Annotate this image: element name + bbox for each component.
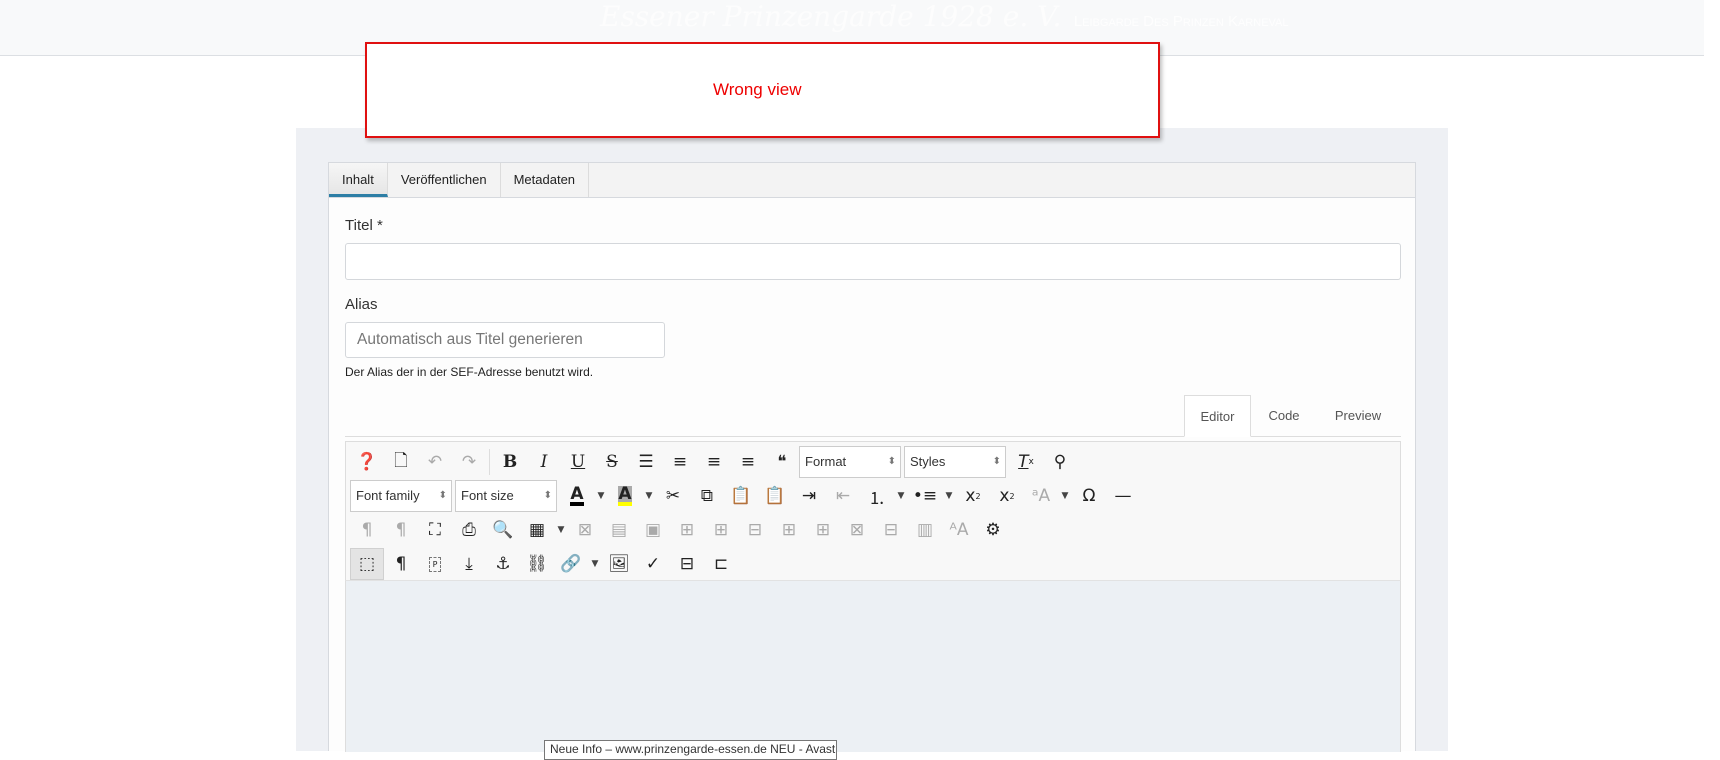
insert-row-before-icon[interactable]: ⊞ bbox=[670, 514, 704, 546]
styles-select[interactable]: Styles bbox=[904, 446, 1006, 478]
image-icon[interactable]: 🖼 bbox=[602, 548, 636, 580]
numbered-list-icon[interactable]: ⒈ bbox=[860, 480, 894, 512]
special-character-icon[interactable]: Ω bbox=[1072, 480, 1106, 512]
merge-cells-icon[interactable]: ▥ bbox=[908, 514, 942, 546]
editor-toolbar: ❓🗋↶↷BIUS☰≡≡≡❝FormatStylesTx⚲Font familyF… bbox=[345, 441, 1401, 581]
align-center-icon[interactable]: ≡ bbox=[663, 446, 697, 478]
settings-icon[interactable]: ⚙ bbox=[976, 514, 1010, 546]
indent-icon[interactable]: ⇥ bbox=[792, 480, 826, 512]
show-blocks-icon[interactable]: P bbox=[418, 548, 452, 580]
article-edit-card: Inhalt Veröffentlichen Metadaten Titel *… bbox=[328, 162, 1416, 752]
print-icon[interactable]: ⎙ bbox=[452, 514, 486, 546]
bold-icon[interactable]: B bbox=[493, 446, 527, 478]
align-justify-icon[interactable]: ☰ bbox=[629, 446, 663, 478]
tab-metadaten[interactable]: Metadaten bbox=[501, 163, 590, 197]
font-size-change-icon[interactable]: ᵃA bbox=[1024, 480, 1058, 512]
link-icon[interactable]: 🔗 bbox=[554, 548, 588, 580]
insert-row-after-icon[interactable]: ⊞ bbox=[704, 514, 738, 546]
visual-aid-icon[interactable]: ⬚ bbox=[350, 548, 384, 580]
italic-icon[interactable]: I bbox=[527, 446, 561, 478]
dropdown-arrow-icon[interactable]: ▼ bbox=[594, 480, 608, 512]
delete-row-icon[interactable]: ⊟ bbox=[738, 514, 772, 546]
annotation-box: Wrong view bbox=[365, 42, 1160, 138]
dropdown-arrow-icon[interactable]: ▼ bbox=[642, 480, 656, 512]
title-input[interactable] bbox=[345, 243, 1401, 280]
new-document-icon[interactable]: 🗋 bbox=[384, 446, 418, 478]
tab-code[interactable]: Code bbox=[1251, 395, 1317, 437]
undo-icon[interactable]: ↶ bbox=[418, 446, 452, 478]
cell-props-icon[interactable]: ▣ bbox=[636, 514, 670, 546]
blockquote-icon[interactable]: ❝ bbox=[765, 446, 799, 478]
background-color-icon[interactable]: A bbox=[608, 480, 642, 512]
spellcheck-icon[interactable]: ✓ bbox=[636, 548, 670, 580]
underline-icon[interactable]: U bbox=[561, 446, 595, 478]
dropdown-arrow-icon[interactable]: ▼ bbox=[894, 480, 908, 512]
text-color-icon[interactable]: A bbox=[560, 480, 594, 512]
outdent-icon[interactable]: ⇤ bbox=[826, 480, 860, 512]
anchor-icon[interactable]: ⚓ bbox=[486, 548, 520, 580]
insert-col-after-icon[interactable]: ⊞ bbox=[806, 514, 840, 546]
cut-icon[interactable]: ✂ bbox=[656, 480, 690, 512]
align-left-icon[interactable]: ≡ bbox=[697, 446, 731, 478]
clean-up-icon[interactable]: ⚲ bbox=[1043, 446, 1077, 478]
paste-icon[interactable]: 📋 bbox=[724, 480, 758, 512]
font-family-select[interactable]: Font family bbox=[350, 480, 452, 512]
style-formats-icon[interactable]: ᴬA bbox=[942, 514, 976, 546]
clear-formatting-icon[interactable]: Tx bbox=[1009, 446, 1043, 478]
insert-col-before-icon[interactable]: ⊞ bbox=[772, 514, 806, 546]
page-break-icon[interactable]: ⊟ bbox=[670, 548, 704, 580]
delete-table-icon[interactable]: ⊠ bbox=[568, 514, 602, 546]
tab-editor[interactable]: Editor bbox=[1184, 395, 1251, 437]
tab-inhalt[interactable]: Inhalt bbox=[329, 163, 388, 197]
editor-tabs: Editor Code Preview bbox=[345, 395, 1401, 437]
tab-preview[interactable]: Preview bbox=[1317, 395, 1399, 437]
rtl-icon[interactable]: ¶ bbox=[384, 514, 418, 546]
insert-template-icon[interactable]: ⤓ bbox=[452, 548, 486, 580]
dropdown-arrow-icon[interactable]: ▼ bbox=[554, 514, 568, 546]
table-icon[interactable]: ▦ bbox=[520, 514, 554, 546]
alias-input[interactable]: Automatisch aus Titel generieren bbox=[345, 322, 665, 358]
tab-veroeffentlichen[interactable]: Veröffentlichen bbox=[388, 163, 501, 197]
page-scrollbar[interactable] bbox=[1704, 0, 1720, 751]
copy-icon[interactable]: ⧉ bbox=[690, 480, 724, 512]
toolbar-separator bbox=[489, 449, 490, 475]
bullet-list-icon[interactable]: •≡ bbox=[908, 480, 942, 512]
strikethrough-icon[interactable]: S bbox=[595, 446, 629, 478]
unlink-icon[interactable]: ⛓ bbox=[520, 548, 554, 580]
ltr-icon[interactable]: ¶ bbox=[350, 514, 384, 546]
dropdown-arrow-icon[interactable]: ▼ bbox=[942, 480, 956, 512]
toolbar-row: Font familyFont sizeA▼A▼✂⧉📋📋⇥⇤⒈▼•≡▼x2x2ᵃ… bbox=[350, 479, 1396, 513]
editor-content-area[interactable] bbox=[345, 581, 1401, 752]
align-right-icon[interactable]: ≡ bbox=[731, 446, 765, 478]
search-replace-icon[interactable]: 🔍 bbox=[486, 514, 520, 546]
delete-col-icon[interactable]: ⊠ bbox=[840, 514, 874, 546]
split-cells-icon[interactable]: ⊟ bbox=[874, 514, 908, 546]
help-icon[interactable]: ❓ bbox=[350, 446, 384, 478]
toolbar-row: ❓🗋↶↷BIUS☰≡≡≡❝FormatStylesTx⚲ bbox=[350, 445, 1396, 479]
toolbar-row: ¶ ¶ ⛶ ⎙ 🔍 ▦ ▼ ⊠ ▤ ▣ ⊞ ⊞ ⊟ ⊞ ⊞ ⊠ ⊟ ▥ ᴬA ⚙ bbox=[350, 513, 1396, 547]
title-label: Titel * bbox=[345, 217, 383, 234]
format-select[interactable]: Format bbox=[799, 446, 901, 478]
horizontal-rule-icon[interactable]: — bbox=[1106, 480, 1140, 512]
row-props-icon[interactable]: ▤ bbox=[602, 514, 636, 546]
browser-tooltip: Neue Info – www.prinzengarde-essen.de NE… bbox=[544, 740, 837, 760]
brand-tagline: Leibgarde Des Prinzen Karneval bbox=[1073, 13, 1289, 30]
alias-label: Alias bbox=[345, 296, 378, 313]
annotation-text: Wrong view bbox=[713, 80, 802, 99]
dropdown-arrow-icon[interactable]: ▼ bbox=[1058, 480, 1072, 512]
subscript-icon[interactable]: x2 bbox=[956, 480, 990, 512]
alias-help-text: Der Alias der in der SEF-Adresse benutzt… bbox=[345, 365, 594, 379]
code-sample-icon[interactable]: ⊏ bbox=[704, 548, 738, 580]
brand-name: Essener Prinzengarde 1928 e. V. bbox=[600, 0, 1062, 33]
show-blocks-pilcrow-icon[interactable]: ¶ bbox=[384, 548, 418, 580]
dropdown-arrow-icon[interactable]: ▼ bbox=[588, 548, 602, 580]
fullscreen-icon[interactable]: ⛶ bbox=[418, 514, 452, 546]
font-size-select[interactable]: Font size bbox=[455, 480, 557, 512]
form-tabs: Inhalt Veröffentlichen Metadaten bbox=[329, 163, 1415, 198]
paste-text-icon[interactable]: 📋 bbox=[758, 480, 792, 512]
toolbar-row: ⬚ ¶ P ⤓ ⚓ ⛓ 🔗 ▼ 🖼 ✓ ⊟ ⊏ bbox=[350, 547, 1396, 581]
site-brand[interactable]: Essener Prinzengarde 1928 e. V. Leibgard… bbox=[600, 0, 1289, 33]
redo-icon[interactable]: ↷ bbox=[452, 446, 486, 478]
superscript-icon[interactable]: x2 bbox=[990, 480, 1024, 512]
